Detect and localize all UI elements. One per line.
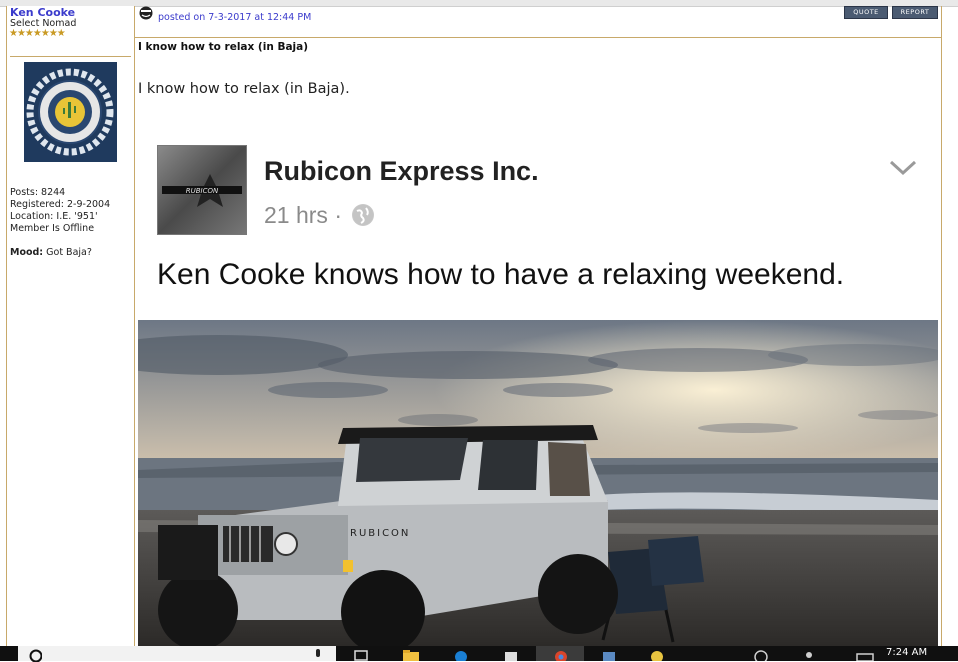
- report-button[interactable]: REPORT: [892, 6, 938, 19]
- keyboard-icon[interactable]: [856, 649, 874, 661]
- page-name-link[interactable]: Rubicon Express Inc.: [264, 156, 539, 187]
- jeep-badge-text: RUBICON: [350, 528, 410, 539]
- user-mood: Mood: Got Baja?: [10, 247, 92, 258]
- user-profile-sidebar: Ken Cooke Select Nomad ★★★★★★★ Posts: 82…: [6, 6, 135, 646]
- windows-taskbar: 7:24 AM: [0, 646, 958, 662]
- network-icon[interactable]: [752, 649, 770, 661]
- task-view-icon[interactable]: [352, 649, 370, 661]
- stat-location: Location: I.E. '951': [10, 211, 98, 222]
- stat-posts: Posts: 8244: [10, 187, 66, 198]
- rank-stars: ★★★★★★★: [9, 28, 66, 39]
- taskbar-clock[interactable]: 7:24 AM: [886, 647, 927, 658]
- post-header: posted on 7-3-2017 at 12:44 PM QUOTE REP…: [134, 6, 941, 38]
- post-time-text: 21 hrs ·: [264, 202, 349, 228]
- avatar: [24, 62, 117, 162]
- embedded-post-text: Ken Cooke knows how to have a relaxing w…: [157, 258, 845, 291]
- user-stats: Posts: 8244 Registered: 2-9-2004 Locatio…: [10, 187, 110, 235]
- taskbar-search-box[interactable]: [18, 646, 336, 662]
- post-smiley-icon: [139, 6, 153, 20]
- post-title: I know how to relax (in Baja): [138, 41, 309, 53]
- post-timestamp: posted on 7-3-2017 at 12:44 PM: [158, 12, 312, 23]
- edge-browser-icon[interactable]: [452, 649, 470, 661]
- profile-divider: [10, 56, 131, 57]
- post-body-text: I know how to relax (in Baja).: [138, 81, 350, 97]
- mood-value: Got Baja?: [46, 247, 92, 258]
- paint-icon[interactable]: [648, 649, 666, 661]
- embedded-social-post: RUBICON Rubicon Express Inc. 21 hrs · Ke…: [138, 128, 938, 646]
- chevron-down-icon[interactable]: [888, 158, 918, 178]
- people-icon[interactable]: [800, 649, 818, 661]
- page-logo: RUBICON: [157, 145, 247, 235]
- chrome-icon[interactable]: [552, 649, 570, 661]
- mood-label: Mood:: [10, 247, 44, 258]
- forum-post: posted on 7-3-2017 at 12:44 PM QUOTE REP…: [134, 6, 942, 646]
- post-time: 21 hrs ·: [264, 202, 375, 229]
- quote-button[interactable]: QUOTE: [844, 6, 888, 19]
- page-logo-text: RUBICON: [186, 187, 219, 195]
- app-icon[interactable]: [600, 649, 618, 661]
- globe-icon: [352, 204, 375, 226]
- search-icon: [29, 649, 42, 662]
- jeep-beach-photo: RUBICON: [138, 320, 938, 646]
- microphone-icon[interactable]: [314, 649, 322, 661]
- stat-registered: Registered: 2-9-2004: [10, 199, 111, 210]
- store-icon[interactable]: [502, 649, 520, 661]
- stat-online-status: Member Is Offline: [10, 223, 95, 234]
- file-explorer-icon[interactable]: [402, 649, 420, 661]
